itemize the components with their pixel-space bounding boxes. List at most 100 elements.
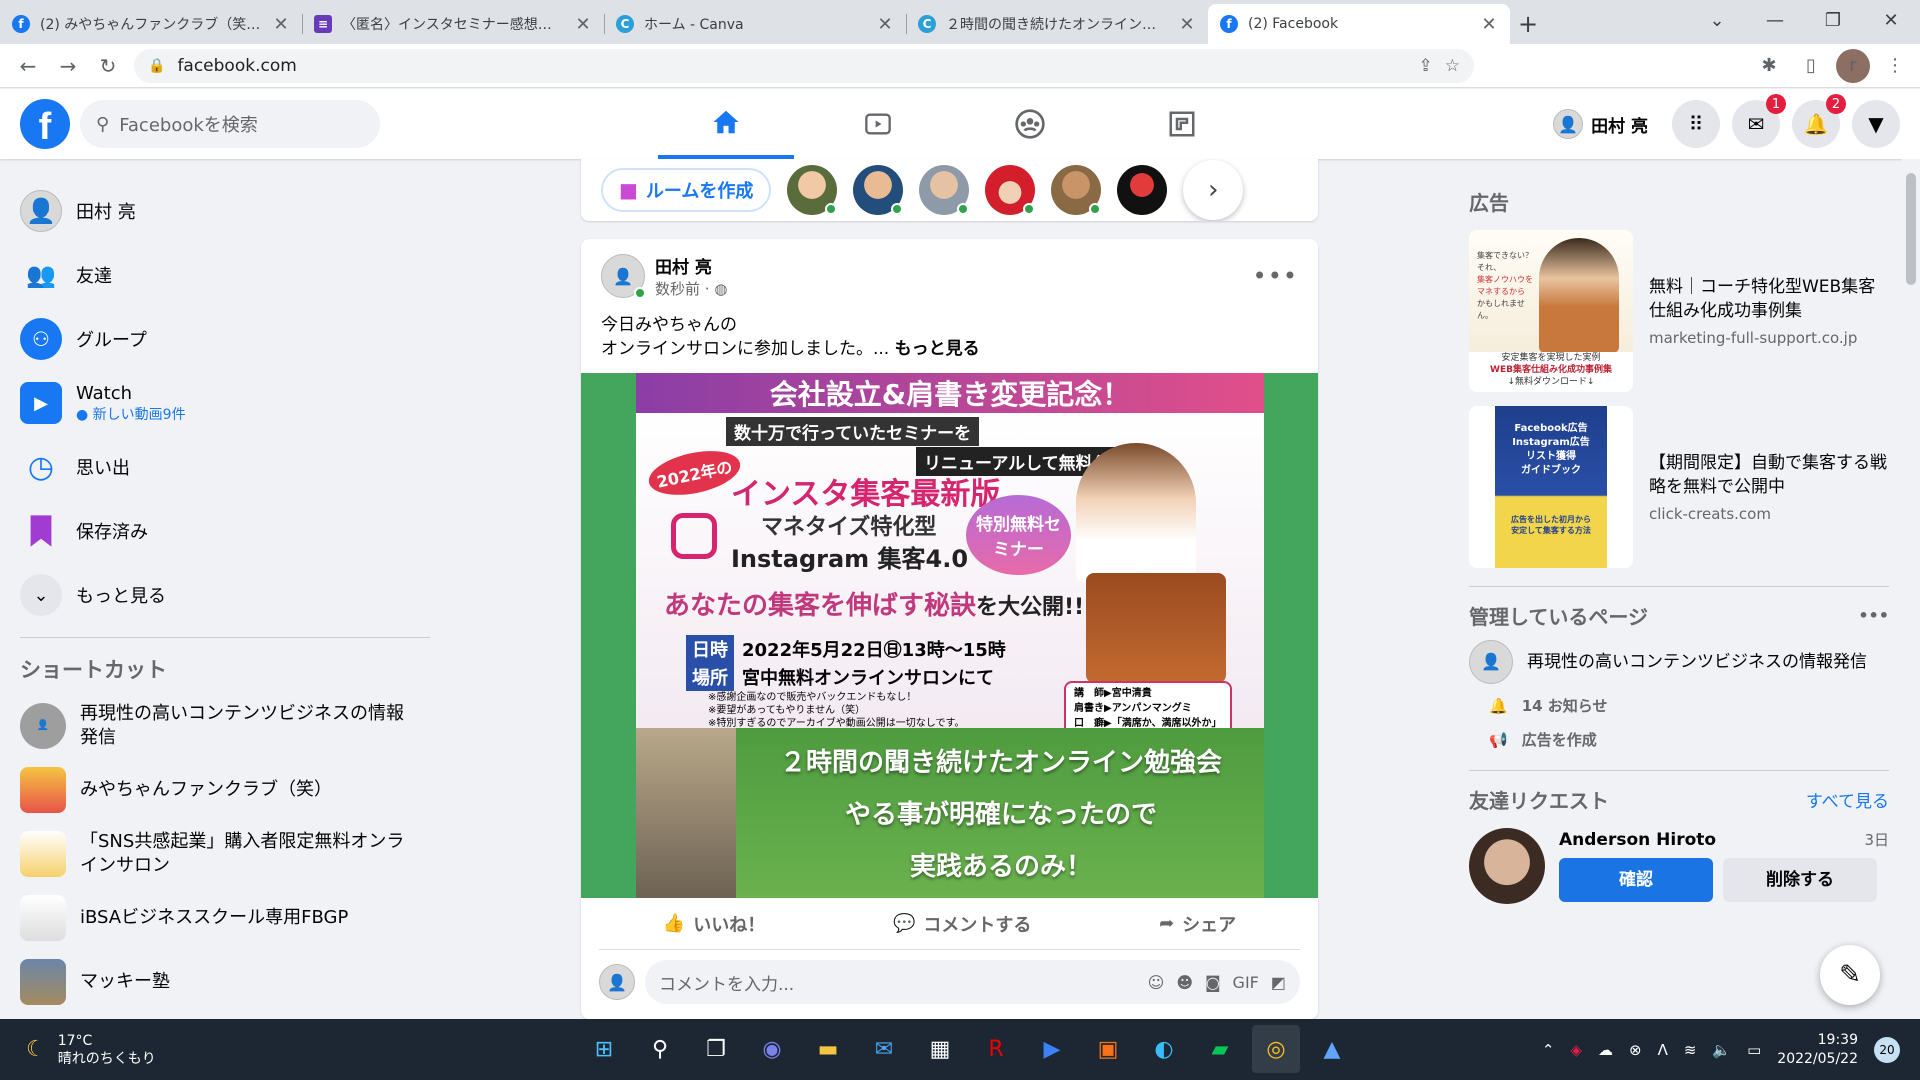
create-room-button[interactable]: ■ ルームを作成 (601, 168, 772, 212)
volume-icon[interactable]: 🔈 (1712, 1041, 1731, 1059)
maximize-button[interactable]: ❐ (1804, 0, 1862, 40)
sidebar-item-watch[interactable]: ▶ Watch ● 新しい動画9件 (0, 371, 440, 435)
tab-search-icon[interactable]: ⌄ (1688, 0, 1746, 40)
close-icon[interactable]: ✕ (1178, 14, 1196, 35)
browser-tab[interactable]: C ホーム - Canva ✕ (604, 4, 906, 44)
menu-grid-button[interactable]: ⠿ (1672, 100, 1720, 148)
close-circle-icon[interactable]: ⊗ (1629, 1041, 1642, 1059)
sidebar-item-saved[interactable]: 保存済み (0, 499, 440, 563)
battery-icon[interactable]: ▭ (1747, 1041, 1761, 1059)
emoji-icon[interactable]: ☻ (1176, 973, 1193, 992)
post-image[interactable]: 会社設立&肩書き変更記念！ 数十万で行っていたセミナーを リニューアルして無料公… (581, 373, 1318, 898)
more-options-icon[interactable]: ••• (1858, 606, 1889, 625)
profile-shortcut[interactable]: 👤 田村 亮 (1549, 105, 1660, 143)
share-icon[interactable]: ⇪ (1419, 56, 1433, 76)
messenger-button[interactable]: ✉ 1 (1732, 94, 1786, 148)
app-tray-icon[interactable]: Λ (1658, 1041, 1668, 1059)
url-field[interactable]: 🔒 facebook.com ⇪ ☆ (134, 48, 1474, 83)
new-message-button[interactable]: ✎ (1820, 945, 1880, 1005)
gif-icon[interactable]: GIF (1233, 973, 1259, 992)
post-options-button[interactable]: ••• (1253, 262, 1298, 290)
confirm-button[interactable]: 確認 (1559, 858, 1713, 902)
browser-tab[interactable]: C ２時間の聞き続けたオンライン勉強会 ✕ (906, 4, 1208, 44)
friend-avatar[interactable] (1469, 828, 1545, 904)
security-icon[interactable]: ◈ (1570, 1041, 1582, 1059)
chrome-icon[interactable]: ◎ (1252, 1025, 1300, 1073)
media-player-icon[interactable]: ▶ (1028, 1025, 1076, 1073)
delete-button[interactable]: 削除する (1723, 858, 1877, 902)
shortcut-item[interactable]: マッキー塾 (0, 950, 440, 1014)
menu-icon[interactable]: ⋮ (1878, 49, 1912, 83)
page-notifications-link[interactable]: 🔔 14 お知らせ (1489, 694, 1889, 718)
back-button[interactable]: ← (8, 46, 48, 86)
shortcut-item[interactable]: みやちゃんファンクラブ（笑） (0, 758, 440, 822)
video-editor-icon[interactable]: ▣ (1084, 1025, 1132, 1073)
line-icon[interactable]: ▰ (1196, 1025, 1244, 1073)
comment-input[interactable]: コメントを入力... ☺ ☻ ◙ GIF ◩ (645, 960, 1300, 1004)
comment-button[interactable]: 💬 コメントする (893, 911, 1031, 937)
share-button[interactable]: ➦ シェア (1159, 911, 1236, 937)
scrollbar-thumb[interactable] (1906, 173, 1916, 285)
close-icon[interactable]: ✕ (272, 14, 290, 35)
teams-chat-icon[interactable]: ◉ (748, 1025, 796, 1073)
side-panel-icon[interactable]: ▯ (1794, 49, 1828, 83)
close-icon[interactable]: ✕ (876, 14, 894, 35)
sponsored-ad[interactable]: Facebook広告 Instagram広告 リスト獲得 ガイドブック 広告を出した初… (1469, 406, 1889, 568)
room-avatar[interactable] (985, 165, 1036, 215)
file-explorer-icon[interactable]: ▬ (804, 1025, 852, 1073)
clock[interactable]: 19:39 2022/05/22 (1777, 1031, 1858, 1069)
browser-tab[interactable]: f (2) みやちゃんファンクラブ（笑） | Fa ✕ (0, 4, 302, 44)
shortcut-item[interactable]: 「SNS共感起業」購入者限定無料オンラインサロン (0, 822, 440, 886)
nav-groups[interactable] (962, 89, 1098, 159)
notification-count-badge[interactable]: 20 (1874, 1036, 1900, 1063)
like-button[interactable]: 👍 いいね！ (663, 911, 765, 937)
bookmark-star-icon[interactable]: ☆ (1445, 56, 1460, 76)
see-more-link[interactable]: もっと見る (895, 339, 980, 359)
camera-icon[interactable]: ◙ (1205, 973, 1221, 992)
edge-icon[interactable]: ◐ (1140, 1025, 1188, 1073)
rakuten-icon[interactable]: R (972, 1025, 1020, 1073)
account-button[interactable]: ▼ (1852, 100, 1900, 148)
minimize-button[interactable]: — (1746, 0, 1804, 40)
extensions-icon[interactable]: ✱ (1752, 49, 1786, 83)
shortcut-item[interactable]: 👤 再現性の高いコンテンツビジネスの情報発信 (0, 694, 440, 758)
managed-page[interactable]: 👤 再現性の高いコンテンツビジネスの情報発信 (1469, 640, 1889, 684)
create-ad-link[interactable]: 📢 広告を作成 (1489, 728, 1889, 752)
store-icon[interactable]: ▦ (916, 1025, 964, 1073)
wifi-icon[interactable]: ≋ (1684, 1041, 1697, 1059)
browser-tab-active[interactable]: f (2) Facebook ✕ (1208, 4, 1510, 44)
close-window-button[interactable]: ✕ (1862, 0, 1920, 40)
close-icon[interactable]: ✕ (574, 14, 592, 35)
room-avatar[interactable] (853, 165, 904, 215)
onedrive-icon[interactable]: ☁ (1598, 1041, 1613, 1059)
avatar[interactable]: 👤 (601, 254, 646, 299)
sidebar-item-profile[interactable]: 👤 田村 亮 (0, 179, 440, 243)
nav-home[interactable] (658, 89, 794, 159)
profile-button[interactable]: r (1836, 48, 1870, 83)
room-avatar[interactable] (787, 165, 838, 215)
start-icon[interactable]: ⊞ (580, 1025, 628, 1073)
avatar-sticker-icon[interactable]: ☺ (1148, 973, 1165, 992)
notifications-button[interactable]: 🔔 2 (1792, 94, 1846, 148)
nav-watch[interactable] (810, 89, 946, 159)
sidebar-item-see-more[interactable]: ⌄ もっと見る (0, 563, 440, 627)
room-avatar[interactable] (1051, 165, 1102, 215)
room-avatar[interactable] (1117, 165, 1168, 215)
weather-widget[interactable]: ☾ 17°C 晴れのちくもり (0, 1032, 156, 1068)
new-tab-button[interactable]: + (1510, 4, 1546, 44)
post-author[interactable]: 田村 亮 (655, 253, 727, 278)
photos-icon[interactable]: ▲ (1308, 1025, 1356, 1073)
mail-icon[interactable]: ✉ (860, 1025, 908, 1073)
nav-gaming[interactable] (1114, 89, 1250, 159)
sidebar-item-groups[interactable]: ⚇ グループ (0, 307, 440, 371)
friend-name[interactable]: Anderson Hiroto (1559, 828, 1716, 852)
task-view-icon[interactable]: ❐ (692, 1025, 740, 1073)
see-all-link[interactable]: すべて見る (1806, 787, 1889, 812)
forward-button[interactable]: → (48, 46, 88, 86)
facebook-search-input[interactable]: ⚲ Facebookを検索 (80, 100, 380, 148)
sponsored-ad[interactable]: 集客できない？ それ、 集客ノウハウを マネするから かもしれません。 安定集客を実現し… (1469, 230, 1889, 392)
close-icon[interactable]: ✕ (1480, 14, 1498, 35)
rooms-next-button[interactable]: › (1183, 160, 1244, 220)
search-icon[interactable]: ⚲ (636, 1025, 684, 1073)
room-avatar[interactable] (919, 165, 970, 215)
